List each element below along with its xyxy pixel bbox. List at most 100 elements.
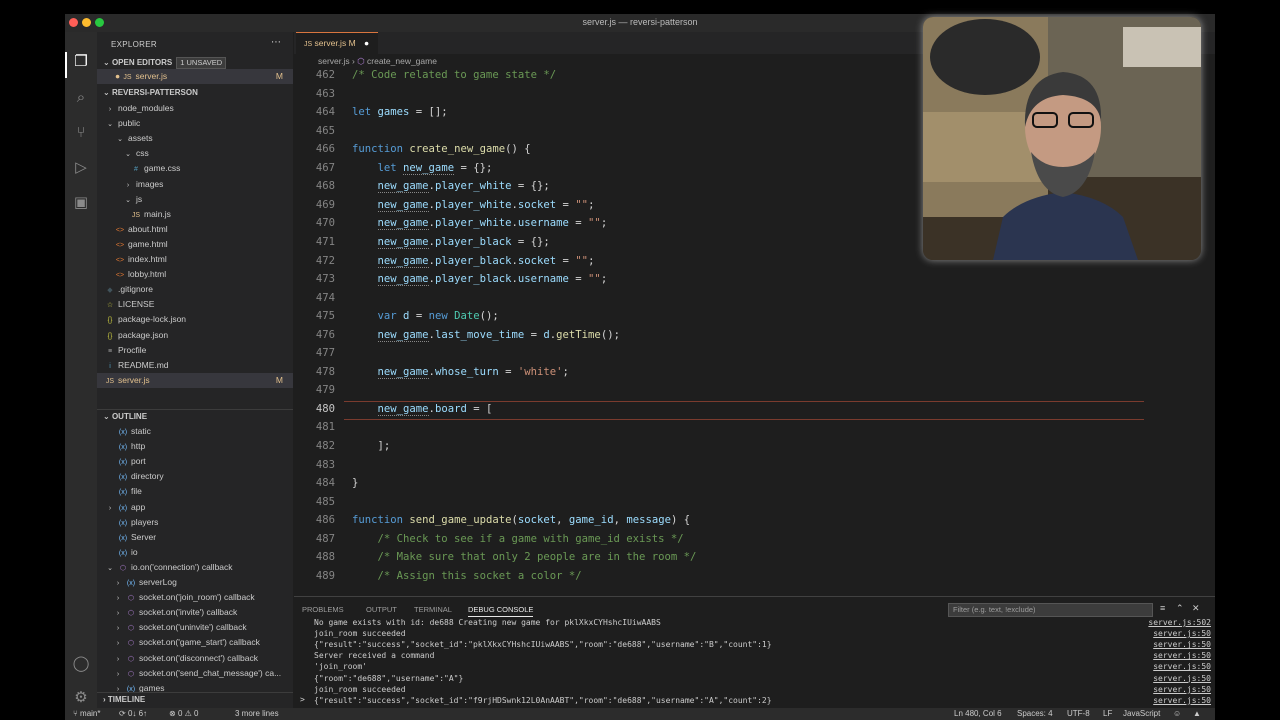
outline-item[interactable]: › ⬡ socket.on('join_room') callback bbox=[97, 590, 293, 605]
outline-item[interactable]: › ⬡ socket.on('invite') callback bbox=[97, 605, 293, 620]
code-line[interactable]: function send_game_update(socket, game_i… bbox=[352, 514, 690, 526]
chevron-right-icon[interactable]: › bbox=[113, 621, 123, 636]
line-number[interactable]: 468 bbox=[294, 180, 335, 192]
line-number[interactable]: 482 bbox=[294, 440, 335, 452]
line-number[interactable]: 488 bbox=[294, 551, 335, 563]
account-icon[interactable]: ◯ bbox=[71, 654, 91, 674]
code-line[interactable]: new_game.player_white = {}; bbox=[352, 180, 550, 194]
file-tree-item[interactable]: › images bbox=[97, 177, 293, 192]
more-lines[interactable]: 3 more lines bbox=[235, 709, 279, 718]
file-tree-item[interactable]: ◆ .gitignore bbox=[97, 282, 293, 297]
more-actions-icon[interactable]: ≡ bbox=[1160, 603, 1165, 613]
line-number[interactable]: 464 bbox=[294, 106, 335, 118]
outline-item[interactable]: › ⬡ socket.on('send_chat_message') ca... bbox=[97, 666, 293, 681]
code-line[interactable]: } bbox=[352, 477, 358, 489]
panel-tab-terminal[interactable]: TERMINAL bbox=[414, 605, 452, 614]
chevron-right-icon[interactable]: › bbox=[105, 501, 115, 516]
outline-item[interactable]: › (x) serverLog bbox=[97, 575, 293, 590]
code-line[interactable]: var d = new Date(); bbox=[352, 310, 499, 322]
code-line[interactable]: new_game.player_white.username = ""; bbox=[352, 217, 607, 231]
line-number[interactable]: 481 bbox=[294, 421, 335, 433]
chevron-right-icon[interactable]: › bbox=[113, 667, 123, 682]
explorer-files-icon[interactable]: ❐ bbox=[71, 52, 91, 72]
outline-item[interactable]: › ⬡ socket.on('uninvite') callback bbox=[97, 620, 293, 635]
outline-item[interactable]: (x) Server bbox=[97, 530, 293, 545]
code-line[interactable]: ]; bbox=[352, 440, 391, 452]
outline-item[interactable]: ⌄ ⬡ io.on('connection') callback bbox=[97, 560, 293, 575]
notifications-bell-icon[interactable]: ▲ bbox=[1193, 709, 1201, 718]
file-tree-item[interactable]: ⌄ css bbox=[97, 146, 293, 161]
code-line[interactable]: /* Check to see if a game with game_id e… bbox=[352, 533, 684, 545]
outline-item[interactable]: (x) directory bbox=[97, 469, 293, 484]
language-mode[interactable]: JavaScript bbox=[1123, 709, 1160, 718]
code-line[interactable]: let new_game = {}; bbox=[352, 161, 492, 175]
line-number[interactable]: 489 bbox=[294, 570, 335, 582]
console-source-link[interactable]: server.js:50 bbox=[1153, 662, 1211, 671]
close-panel-icon[interactable]: ✕ bbox=[1192, 603, 1200, 614]
console-prompt[interactable]: > bbox=[300, 695, 1200, 704]
more-actions-icon[interactable]: ⋯ bbox=[271, 37, 281, 48]
sync-indicator[interactable]: ⟳ 0↓ 6↑ bbox=[119, 709, 147, 718]
encoding[interactable]: UTF-8 bbox=[1067, 709, 1090, 718]
console-source-link[interactable]: server.js:50 bbox=[1153, 640, 1211, 649]
line-number[interactable]: 475 bbox=[294, 310, 335, 322]
code-line[interactable]: new_game.player_white.socket = ""; bbox=[352, 198, 594, 212]
file-tree-item[interactable]: ⌄ public bbox=[97, 116, 293, 131]
console-source-link[interactable]: server.js:50 bbox=[1153, 629, 1211, 638]
outline-item[interactable]: (x) players bbox=[97, 515, 293, 530]
line-number[interactable]: 463 bbox=[294, 88, 335, 100]
indentation[interactable]: Spaces: 4 bbox=[1017, 709, 1053, 718]
file-tree-item[interactable]: <> game.html bbox=[97, 237, 293, 252]
line-number[interactable]: 480 bbox=[294, 403, 335, 415]
cursor-position[interactable]: Ln 480, Col 6 bbox=[954, 709, 1002, 718]
tab-server-js[interactable]: JS server.js M ● bbox=[296, 32, 378, 54]
chevron-down-icon[interactable]: ⌄ bbox=[105, 561, 115, 576]
line-number[interactable]: 483 bbox=[294, 459, 335, 471]
panel-tab-debug-console[interactable]: DEBUG CONSOLE bbox=[468, 605, 534, 617]
breadcrumb-symbol[interactable]: create_new_game bbox=[367, 56, 437, 66]
file-tree-item[interactable]: # game.css bbox=[97, 161, 293, 176]
line-number[interactable]: 478 bbox=[294, 366, 335, 378]
outline-item[interactable]: › ⬡ socket.on('disconnect') callback bbox=[97, 651, 293, 666]
chevron-right-icon[interactable]: › bbox=[113, 591, 123, 606]
code-line[interactable]: let games = []; bbox=[352, 106, 448, 118]
file-tree-item[interactable]: <> lobby.html bbox=[97, 267, 293, 282]
line-number[interactable]: 486 bbox=[294, 514, 335, 526]
panel-tab-problems[interactable]: PROBLEMS bbox=[302, 605, 344, 614]
outline-item[interactable]: (x) port bbox=[97, 454, 293, 469]
branch-indicator[interactable]: ⑂ main* bbox=[73, 709, 100, 718]
end-of-line[interactable]: LF bbox=[1103, 709, 1112, 718]
code-line[interactable]: new_game.player_black.username = ""; bbox=[352, 273, 607, 287]
open-editors-header[interactable]: ⌄ OPEN EDITORS 1 UNSAVED bbox=[97, 56, 293, 70]
code-line[interactable]: new_game.whose_turn = 'white'; bbox=[352, 365, 569, 379]
panel-tab-output[interactable]: OUTPUT bbox=[366, 605, 397, 614]
outline-item[interactable]: (x) http bbox=[97, 439, 293, 454]
file-tree-item[interactable]: i README.md bbox=[97, 358, 293, 373]
console-source-link[interactable]: server.js:50 bbox=[1153, 674, 1211, 683]
settings-gear-icon[interactable]: ⚙ bbox=[71, 688, 91, 708]
line-number[interactable]: 485 bbox=[294, 496, 335, 508]
line-number[interactable]: 466 bbox=[294, 143, 335, 155]
file-tree-item[interactable]: ⌄ assets bbox=[97, 131, 293, 146]
line-number[interactable]: 465 bbox=[294, 125, 335, 137]
outline-item[interactable]: (x) io bbox=[97, 545, 293, 560]
file-tree-item[interactable]: › node_modules bbox=[97, 101, 293, 116]
line-number[interactable]: 479 bbox=[294, 384, 335, 396]
outline-item[interactable]: › (x) app bbox=[97, 500, 293, 515]
file-tree-item[interactable]: ⌄ js bbox=[97, 192, 293, 207]
chevron-right-icon[interactable]: › bbox=[113, 576, 123, 591]
extensions-icon[interactable]: ▣ bbox=[71, 193, 91, 213]
outline-item[interactable]: (x) static bbox=[97, 424, 293, 439]
chevron-right-icon[interactable]: › bbox=[113, 652, 123, 667]
search-icon[interactable]: ⌕ bbox=[71, 88, 91, 108]
line-number[interactable]: 477 bbox=[294, 347, 335, 359]
line-number[interactable]: 462 bbox=[294, 69, 335, 81]
console-source-link[interactable]: server.js:50 bbox=[1153, 651, 1211, 660]
line-number[interactable]: 474 bbox=[294, 292, 335, 304]
code-line[interactable]: /* Code related to game state */ bbox=[352, 69, 556, 81]
project-header[interactable]: ⌄ REVERSI-PATTERSON bbox=[97, 86, 293, 100]
code-line[interactable]: new_game.board = [ bbox=[352, 402, 492, 416]
timeline-header[interactable]: › TIMELINE bbox=[97, 692, 293, 706]
debug-filter-input[interactable]: Filter (e.g. text, !exclude) bbox=[948, 603, 1153, 617]
file-tree-item[interactable]: <> index.html bbox=[97, 252, 293, 267]
